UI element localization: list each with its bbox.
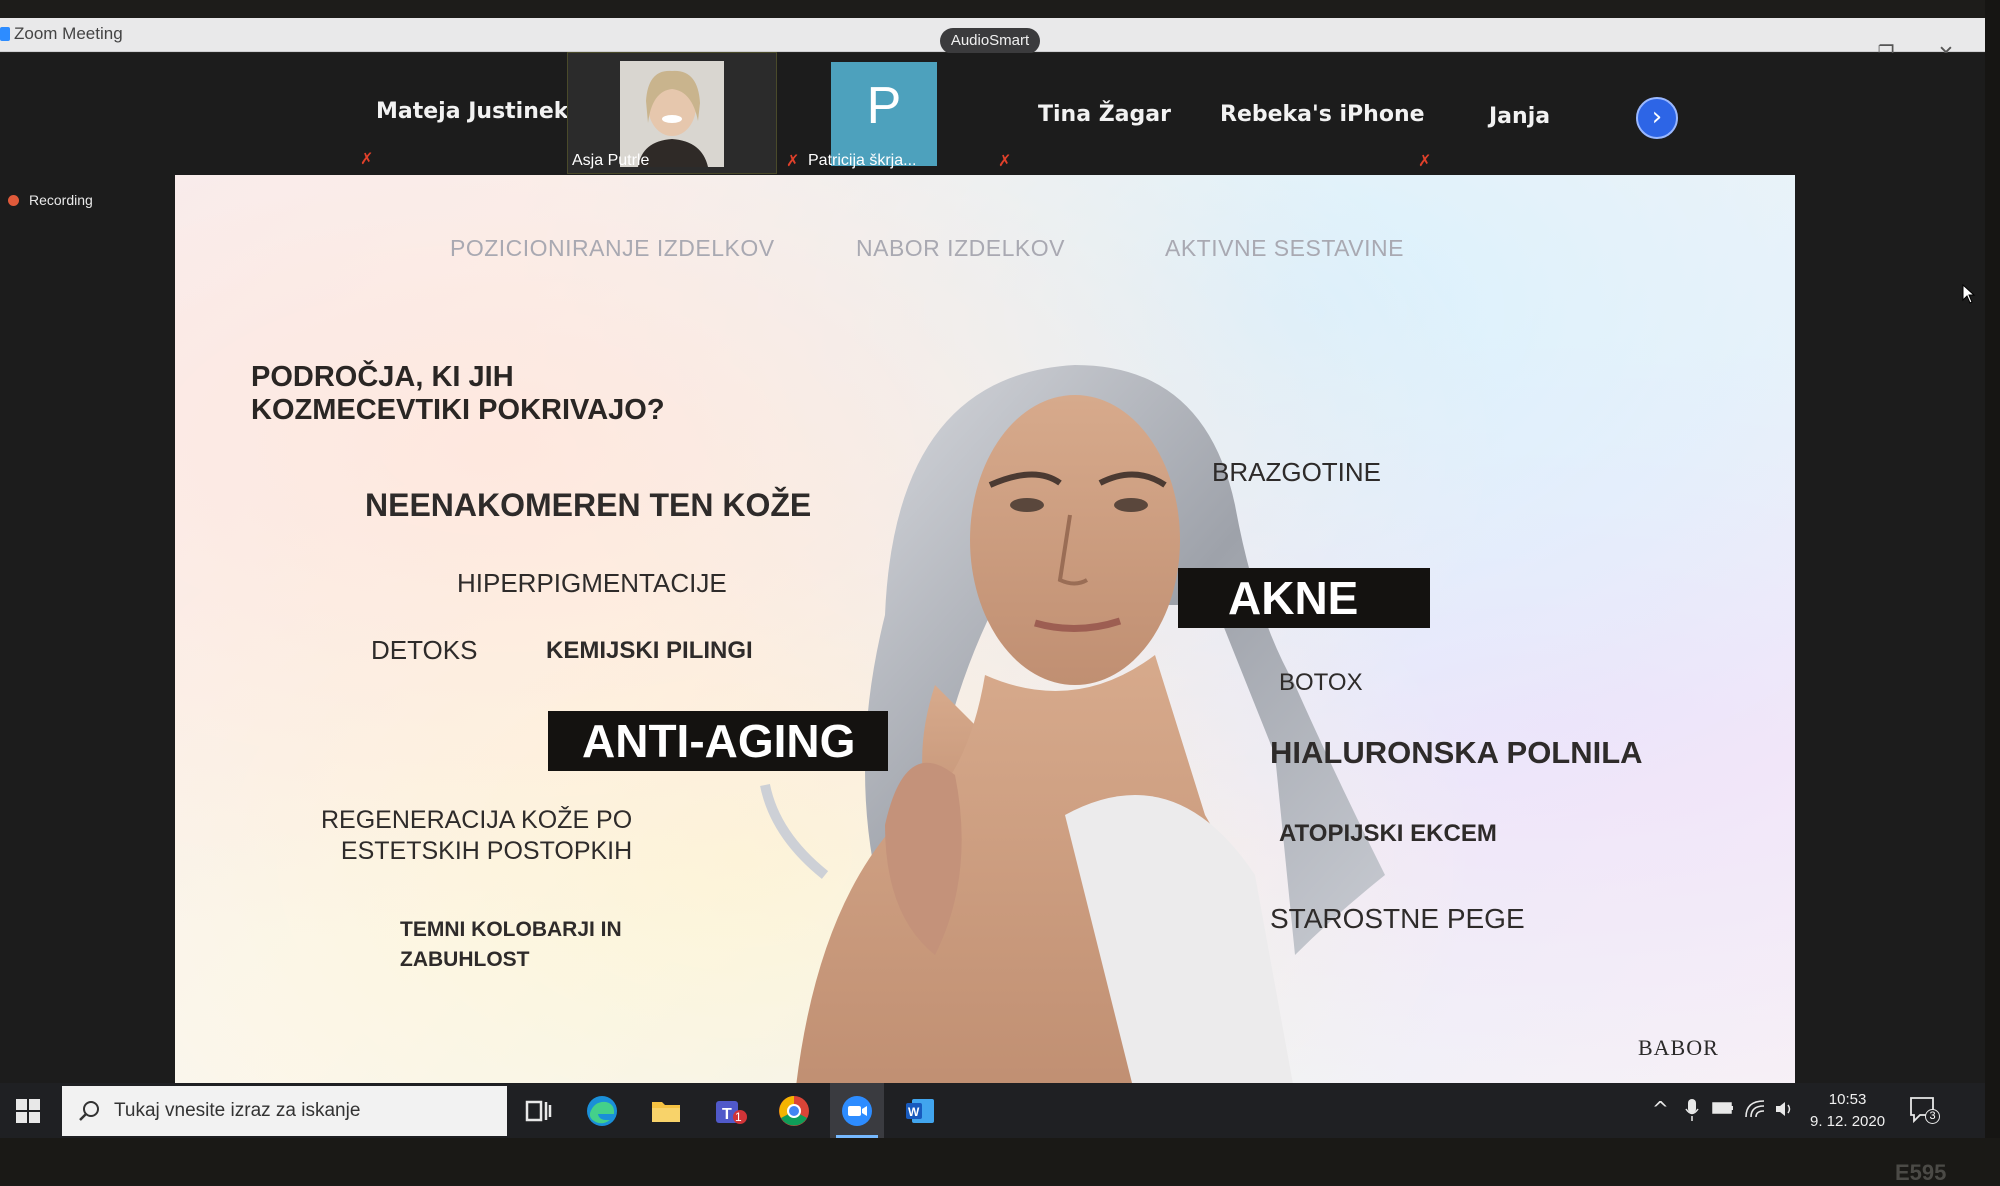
area-label: BRAZGOTINE xyxy=(1212,457,1382,487)
svg-text:W: W xyxy=(908,1105,920,1119)
muted-icon: ✗ xyxy=(1418,151,1432,170)
shared-slide: POZICIONIRANJE IZDELKOV NABOR IZDELKOV A… xyxy=(175,175,1795,1085)
area-label: STAROSTNE PEGE xyxy=(1270,903,1525,934)
area-label: DETOKS xyxy=(371,635,478,665)
taskbar-clock[interactable]: 10:53 9. 12. 2020 xyxy=(1810,1089,1885,1133)
nav-item: NABOR IZDELKOV xyxy=(856,235,1065,261)
participant-tile-patricija[interactable]: P xyxy=(831,62,937,166)
nav-item: AKTIVNE SESTAVINE xyxy=(1165,235,1404,261)
heading-line: PODROČJA, KI JIH xyxy=(251,361,514,393)
word-icon[interactable]: W xyxy=(902,1093,938,1129)
windows-start-icon[interactable] xyxy=(16,1099,40,1123)
heading-line: KOZMECEVTIKI POKRIVAJO? xyxy=(251,394,665,426)
record-dot-icon xyxy=(8,195,19,206)
search-placeholder: Tukaj vnesite izraz za iskanje xyxy=(114,1100,361,1121)
recording-indicator[interactable]: Recording xyxy=(8,192,93,208)
nav-item: POZICIONIRANJE IZDELKOV xyxy=(450,235,775,261)
file-explorer-icon[interactable] xyxy=(648,1093,684,1129)
zoom-taskbar-active[interactable] xyxy=(830,1083,884,1138)
participant-tile-asja-putrle[interactable]: Asja Putrle xyxy=(567,52,777,174)
monitor-right-bezel xyxy=(1985,0,2000,1138)
chrome-icon[interactable] xyxy=(776,1093,812,1129)
slide-heading: PODROČJA, KI JIH KOZMECEVTIKI POKRIVAJO? xyxy=(251,361,665,427)
zoom-app-icon xyxy=(0,27,10,41)
monitor-top-bezel xyxy=(0,0,2000,18)
tile-label: Patricija škrja... xyxy=(808,152,917,169)
notification-count: 3 xyxy=(1925,1109,1940,1124)
svg-text:T: T xyxy=(722,1106,732,1123)
search-icon xyxy=(79,1101,99,1121)
label-line: TEMNI KOLOBARJI IN xyxy=(400,918,622,941)
desktop-screen: Zoom Meeting – ❐ ✕ AudioSmart Mateja Jus… xyxy=(0,0,2000,1185)
babor-logo: BABOR xyxy=(1638,1035,1719,1060)
tile-label: Asja Putrle xyxy=(572,152,650,169)
area-label: KEMIJSKI PILINGI xyxy=(546,637,753,664)
task-view-icon[interactable] xyxy=(520,1093,556,1129)
microphone-icon[interactable] xyxy=(1685,1098,1699,1122)
muted-icon: ✗ xyxy=(998,151,1012,170)
participant-janja[interactable]: Janja xyxy=(1489,104,1550,129)
clock-time: 10:53 xyxy=(1828,1091,1867,1108)
label-line: ESTETSKIH POSTOPKIH xyxy=(340,837,633,865)
area-label: HIPERPIGMENTACIJE xyxy=(457,568,727,598)
muted-icon: ✗ xyxy=(786,151,800,170)
volume-icon[interactable] xyxy=(1774,1099,1794,1119)
participant-tina-zagar[interactable]: Tina Žagar xyxy=(1038,102,1171,127)
clock-date: 9. 12. 2020 xyxy=(1810,1113,1886,1130)
label-line: REGENERACIJA KOŽE PO xyxy=(321,806,633,834)
audiosmart-badge[interactable]: AudioSmart xyxy=(940,28,1040,54)
area-label-highlight: AKNE xyxy=(1178,568,1430,628)
next-participants-button[interactable]: › xyxy=(1636,97,1678,139)
mouse-cursor-icon xyxy=(1962,284,1976,304)
window-title: Zoom Meeting xyxy=(14,24,123,43)
windows-taskbar: Tukaj vnesite izraz za iskanje T 1 W ^ 1… xyxy=(0,1083,1985,1138)
label-line: ZABUHLOST xyxy=(400,948,530,971)
teams-badge: 1 xyxy=(735,1110,742,1124)
participant-rebekas-iphone[interactable]: Rebeka's iPhone xyxy=(1220,102,1425,127)
participant-initial: P xyxy=(866,77,902,135)
teams-icon[interactable]: T xyxy=(712,1093,748,1129)
recording-label: Recording xyxy=(29,192,93,208)
area-label-highlight: ANTI-AGING xyxy=(548,711,888,771)
wifi-icon[interactable] xyxy=(1744,1097,1766,1119)
participant-mateja-justinek[interactable]: Mateja Justinek xyxy=(376,99,568,124)
area-label: HIALURONSKA POLNILA xyxy=(1270,735,1643,770)
zoom-icon xyxy=(842,1096,872,1126)
muted-icon: ✗ xyxy=(360,149,374,168)
area-label: NEENAKOMEREN TEN KOŽE xyxy=(365,487,812,523)
area-label: TEMNI KOLOBARJI IN ZABUHLOST xyxy=(400,915,622,975)
monitor-bottom-bezel xyxy=(0,1138,2000,1185)
area-label: ATOPIJSKI EKCEM xyxy=(1279,820,1497,847)
area-label: BOTOX xyxy=(1279,669,1363,696)
taskbar-search-box[interactable]: Tukaj vnesite izraz za iskanje xyxy=(62,1086,507,1136)
show-hidden-icons[interactable]: ^ xyxy=(1652,1097,1669,1121)
battery-icon[interactable] xyxy=(1712,1101,1734,1115)
monitor-model-label: E595 xyxy=(1895,1160,1947,1185)
area-label: REGENERACIJA KOŽE PO ESTETSKIH POSTOPKIH xyxy=(321,805,632,867)
edge-icon[interactable] xyxy=(584,1093,620,1129)
chevron-right-icon: › xyxy=(1651,102,1663,132)
